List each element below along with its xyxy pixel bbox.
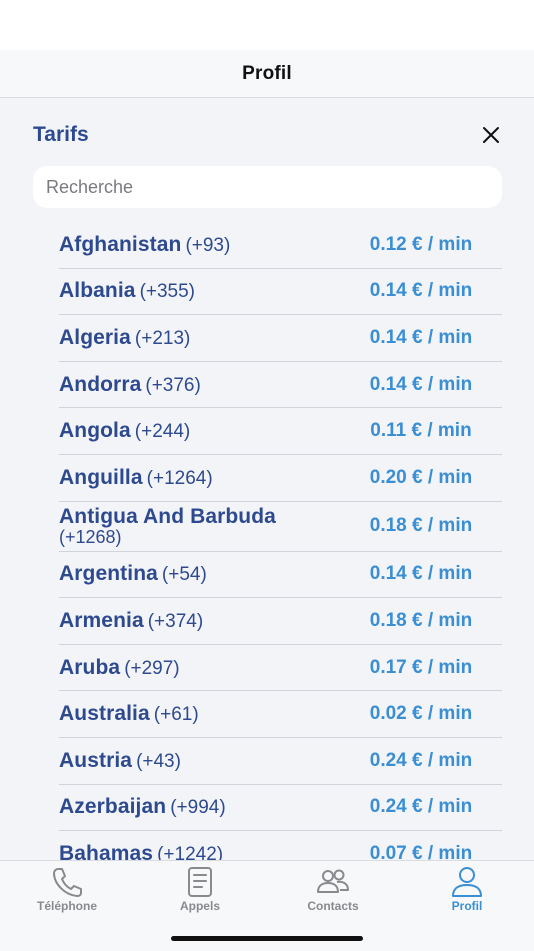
country-label: Antigua And Barbuda (+1268) [59, 505, 276, 548]
home-indicator [171, 936, 363, 941]
rates-list: Afghanistan (+93) 0.12 € / min Albania (+3… [59, 222, 502, 860]
call-log-icon [182, 865, 218, 899]
section-title: Tarifs [33, 123, 89, 146]
rate-row[interactable]: Afghanistan (+93) 0.12 € / min [59, 222, 502, 269]
country-code: (+297) [124, 657, 180, 679]
country-name: Australia [59, 702, 150, 726]
country-code: (+1268) [59, 526, 122, 547]
rate-row[interactable]: Algeria (+213) 0.14 € / min [59, 315, 502, 362]
contacts-icon [315, 865, 351, 899]
rate-row[interactable]: Antigua And Barbuda (+1268) 0.18 € / min [59, 502, 502, 552]
country-label: Austria (+43) [59, 749, 181, 773]
country-name: Anguilla [59, 465, 143, 489]
country-name: Angola [59, 419, 131, 443]
rate-price: 0.14 € / min [369, 280, 473, 302]
country-code: (+355) [139, 281, 196, 303]
country-name: Andorra [59, 372, 142, 396]
country-name: Algeria [59, 326, 131, 350]
close-icon[interactable] [478, 122, 504, 148]
country-name: Argentina [59, 562, 158, 586]
country-name: Bahamas [59, 841, 154, 860]
tab-profil[interactable]: Profil [400, 861, 534, 921]
country-code: (+213) [134, 328, 191, 350]
status-bar [0, 0, 534, 50]
rate-row[interactable]: Austria (+43) 0.24 € / min [59, 738, 502, 785]
country-label: Algeria (+213) [59, 326, 190, 350]
rate-price: 0.14 € / min [369, 373, 473, 395]
rate-price: 0.17 € / min [369, 656, 473, 678]
page-title: Profil [242, 62, 292, 84]
rate-price: 0.24 € / min [369, 796, 473, 818]
country-code: (+374) [147, 611, 204, 632]
navigation-bar: Profil [0, 50, 534, 98]
country-code: (+61) [153, 704, 199, 726]
country-label: Angola (+244) [59, 419, 190, 443]
rate-row[interactable]: Australia (+61) 0.02 € / min [59, 691, 502, 738]
country-label: Argentina (+54) [59, 562, 207, 586]
country-label: Andorra (+376) [59, 373, 201, 397]
rate-row[interactable]: Andorra (+376) 0.14 € / min [59, 362, 502, 409]
country-name: Aruba [59, 655, 121, 679]
rate-row[interactable]: Angola (+244) 0.11 € / min [59, 408, 502, 455]
tab-label: Contacts [307, 899, 359, 913]
phone-icon [49, 865, 85, 899]
country-name: Armenia [59, 609, 144, 632]
country-label: Aruba (+297) [59, 656, 180, 680]
country-code: (+54) [161, 564, 207, 586]
country-code: (+1264) [146, 467, 213, 489]
country-code: (+244) [134, 421, 191, 443]
rate-row[interactable]: Anguilla (+1264) 0.20 € / min [59, 455, 502, 502]
country-code: (+93) [185, 234, 231, 256]
country-label: Australia (+61) [59, 702, 199, 726]
tab-appels[interactable]: Appels [133, 861, 267, 921]
country-name: Afghanistan [59, 232, 182, 256]
tarifs-panel: Tarifs Afghanistan(+93) 0.12 € / min Alb… [0, 98, 534, 860]
tab-label: Appels [179, 899, 220, 913]
rate-row[interactable]: Bahamas (+1242) 0.07 € / min [59, 831, 502, 860]
profile-icon [449, 865, 485, 899]
rate-price: 0.11 € / min [370, 420, 472, 442]
rate-price: 0.24 € / min [369, 749, 473, 771]
country-label: Azerbaijan (+994) [59, 795, 226, 819]
rate-price: 0.18 € / min [369, 515, 473, 537]
country-label: Anguilla (+1264) [59, 466, 213, 490]
country-code: (+1242) [157, 843, 224, 860]
rate-row[interactable]: Azerbaijan (+994) 0.24 € / min [59, 785, 502, 832]
tab-contacts[interactable]: Contacts [266, 861, 400, 921]
search-input[interactable] [33, 166, 502, 208]
country-name: Albania [59, 279, 136, 303]
rate-row[interactable]: Argentina (+54) 0.14 € / min [59, 552, 502, 599]
rate-row[interactable]: Aruba (+297) 0.17 € / min [59, 645, 502, 692]
tab-telephone[interactable]: Téléphone [0, 861, 134, 921]
rate-price: 0.14 € / min [369, 563, 473, 585]
country-code: (+994) [170, 797, 226, 819]
country-name: Austria [59, 748, 133, 772]
rate-price: 0.20 € / min [369, 466, 473, 488]
country-label: Albania (+355) [59, 279, 195, 303]
rate-price: 0.12 € / min [369, 233, 473, 255]
tab-label: Profil [451, 899, 483, 913]
country-label: Afghanistan (+93) [59, 233, 230, 257]
country-code: (+376) [145, 374, 201, 396]
rate-price: 0.02 € / min [369, 703, 473, 725]
rate-row[interactable]: Albania (+355) 0.14 € / min [59, 269, 502, 316]
country-label: Armenia (+374) [59, 609, 203, 633]
rate-price: 0.14 € / min [369, 326, 473, 348]
rate-row[interactable]: Armenia (+374) 0.18 € / min [59, 598, 502, 645]
country-label: Bahamas (+1242) [59, 842, 223, 860]
rate-price: 0.18 € / min [369, 609, 473, 631]
country-name: Azerbaijan [59, 795, 167, 819]
tab-label: Téléphone [36, 899, 97, 913]
country-code: (+43) [136, 750, 181, 772]
rate-price: 0.07 € / min [369, 842, 473, 860]
country-name: Antigua And Barbuda [59, 504, 276, 528]
